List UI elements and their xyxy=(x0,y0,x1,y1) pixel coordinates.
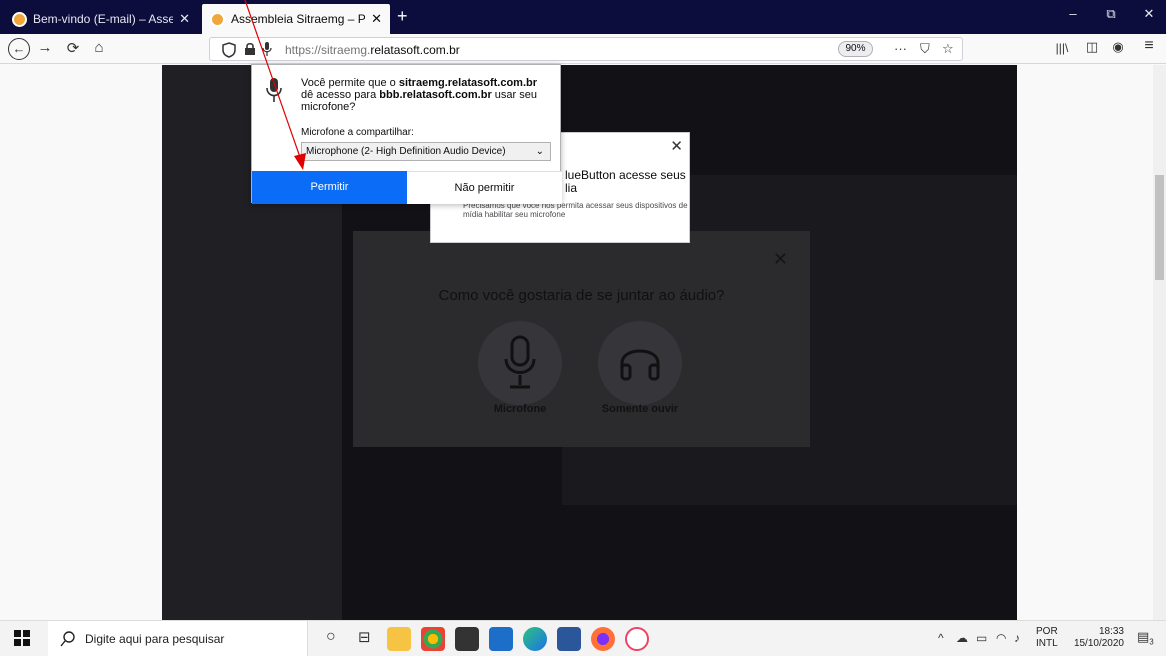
maximize-button[interactable]: ⧉ xyxy=(1096,6,1126,22)
tab-title: Bem-vindo (E-mail) – Assembléia Sitraemg xyxy=(33,12,174,26)
tab-bem-vindo[interactable]: Bem-vindo (E-mail) – Assembléia Sitraemg… xyxy=(4,4,198,34)
tab-assembleia[interactable]: Assembleia Sitraemg – Powered by BigBlue… xyxy=(202,4,390,34)
bookmark-star-icon[interactable]: ☆ xyxy=(942,41,954,57)
windows-taskbar: Digite aqui para pesquisar ○ ⊟ ^ ☁ ▭ ◠ ♪… xyxy=(0,620,1166,656)
page-actions-icon[interactable]: ··· xyxy=(894,41,907,56)
tab-bar: Bem-vindo (E-mail) – Assembléia Sitraemg… xyxy=(0,0,1166,34)
tray-overflow-icon[interactable]: ^ xyxy=(938,631,944,645)
microphone-share-label: Microfone a compartilhar: xyxy=(301,127,414,138)
mail-icon[interactable] xyxy=(489,627,513,651)
home-button[interactable]: ⌂ xyxy=(88,39,110,56)
search-placeholder: Digite aqui para pesquisar xyxy=(85,632,225,646)
snipping-tool-icon[interactable] xyxy=(625,627,649,651)
permission-message: Você permite que o sitraemg.relatasoft.c… xyxy=(301,77,537,113)
zoom-level-badge[interactable]: 90% xyxy=(838,41,873,57)
microphone-option-button[interactable] xyxy=(478,321,562,405)
tab-close-icon[interactable]: ✕ xyxy=(371,11,382,27)
audio-modal-close-icon[interactable]: ✕ xyxy=(773,249,788,270)
microphone-permission-icon[interactable] xyxy=(262,41,272,57)
microphone-option-label: Microfone xyxy=(493,403,547,415)
notice-close-icon[interactable]: ✕ xyxy=(670,137,683,155)
chevron-down-icon: ⌄ xyxy=(535,146,544,157)
chrome-icon[interactable] xyxy=(421,627,445,651)
search-icon xyxy=(60,631,75,647)
deny-button[interactable]: Não permitir xyxy=(407,171,562,204)
account-icon[interactable]: ◉ xyxy=(1107,39,1129,55)
microphone-device-select[interactable]: Microphone (2- High Definition Audio Dev… xyxy=(301,142,551,161)
reload-button[interactable]: ⟳ xyxy=(62,39,84,57)
menu-icon[interactable]: ≡ xyxy=(1138,37,1160,55)
microphone-icon xyxy=(266,78,282,102)
volume-icon[interactable]: ♪ xyxy=(1014,631,1020,645)
task-view-icon[interactable]: ⊟ xyxy=(358,628,371,646)
lock-icon[interactable] xyxy=(244,42,256,56)
notification-center-icon[interactable]: ▤3 xyxy=(1137,629,1154,647)
notice-title: lueButton acesse seus lia xyxy=(565,168,686,195)
microphone-icon xyxy=(504,335,536,389)
scrollbar-thumb[interactable] xyxy=(1155,175,1164,280)
firefox-icon[interactable] xyxy=(591,627,615,651)
store-icon[interactable] xyxy=(455,627,479,651)
system-clock[interactable]: 18:33 15/10/2020 xyxy=(1069,626,1124,650)
wifi-icon[interactable]: ◠ xyxy=(996,631,1006,645)
tab-title: Assembleia Sitraemg – Powered by BigBlue… xyxy=(231,12,366,26)
headphones-icon xyxy=(620,349,660,381)
edge-icon[interactable] xyxy=(523,627,547,651)
word-icon[interactable] xyxy=(557,627,581,651)
audio-modal-title: Como você gostaria de se juntar ao áudio… xyxy=(438,287,725,304)
tracking-shield-icon[interactable] xyxy=(222,42,236,58)
listen-only-option-label: Somente ouvir xyxy=(601,403,679,415)
tab-close-icon[interactable]: ✕ xyxy=(179,11,190,27)
cortana-icon[interactable]: ○ xyxy=(326,628,336,646)
taskbar-search-box[interactable]: Digite aqui para pesquisar xyxy=(48,621,308,656)
library-icon[interactable]: |||\ xyxy=(1051,41,1073,55)
url-bar[interactable]: https://sitraemg.relatasoft.com.br 90% ·… xyxy=(209,37,963,61)
language-indicator[interactable]: POR INTL xyxy=(1036,626,1058,650)
allow-button[interactable]: Permitir xyxy=(252,171,407,204)
pocket-icon[interactable]: ⛉ xyxy=(920,41,930,57)
firefox-favicon-icon xyxy=(12,11,27,27)
window-close-button[interactable]: ✕ xyxy=(1134,6,1164,22)
file-explorer-icon[interactable] xyxy=(387,627,411,651)
new-tab-button[interactable]: + xyxy=(397,6,408,27)
back-button[interactable]: ← xyxy=(8,38,30,60)
bbb-favicon-icon xyxy=(210,11,225,27)
windows-start-icon[interactable] xyxy=(14,630,30,646)
navigation-bar: ← → ⟳ ⌂ https://sitraemg.relatasoft.com.… xyxy=(0,34,1166,64)
url-text[interactable]: https://sitraemg.relatasoft.com.br xyxy=(285,43,460,57)
minimize-button[interactable]: – xyxy=(1058,6,1088,21)
sidebar-icon[interactable]: ◫ xyxy=(1081,39,1103,55)
forward-button[interactable]: → xyxy=(34,39,56,56)
battery-icon[interactable]: ▭ xyxy=(976,631,987,645)
onedrive-icon[interactable]: ☁ xyxy=(956,631,968,645)
listen-only-option-button[interactable] xyxy=(598,321,682,405)
page-scrollbar[interactable] xyxy=(1153,65,1166,626)
microphone-permission-popup: Você permite que o sitraemg.relatasoft.c… xyxy=(251,64,562,204)
join-audio-modal: ✕ Como você gostaria de se juntar ao áud… xyxy=(353,231,810,447)
